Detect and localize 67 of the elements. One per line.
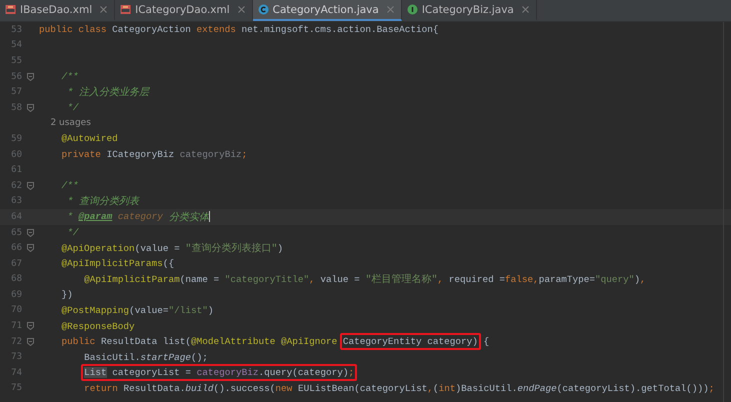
- code-line: /**: [62, 180, 78, 192]
- line-number: 75: [10, 383, 22, 394]
- close-icon[interactable]: [100, 6, 108, 13]
- code-text: CategoryEntity category): [342, 336, 478, 348]
- fold-icon[interactable]: [27, 72, 34, 81]
- file-tab[interactable]: IBaseDao.xml: [0, 0, 116, 21]
- code-line: private ICategoryBiz categoryBiz;: [62, 149, 248, 160]
- line-number: 57: [10, 87, 22, 98]
- line-number: 62: [10, 180, 22, 191]
- file-tab[interactable]: CategoryAction.java: [252, 0, 402, 21]
- fold-icon[interactable]: [27, 104, 34, 112]
- line-number: 53: [10, 24, 22, 35]
- close-icon[interactable]: [386, 6, 394, 13]
- code-line: @ResponseBody: [62, 320, 135, 332]
- line-number: 63: [10, 196, 22, 206]
- code-text: ResultData list(: [100, 336, 191, 348]
- close-icon[interactable]: [238, 6, 245, 13]
- code-line: @PostMapping(value="/list"): [62, 304, 214, 316]
- line-number: 56: [10, 72, 22, 82]
- line-number: 72: [10, 336, 22, 347]
- code-line: /**: [62, 71, 78, 82]
- close-icon[interactable]: [522, 6, 529, 13]
- code-line: @ApiImplicitParam(name = "categoryTitle", value = "栏目管理名称", required =false,paramType="query"),: [84, 272, 646, 286]
- xml-file-icon: [5, 4, 16, 15]
- line-number: 71: [10, 321, 22, 332]
- code-line: * @param category 分类实体: [67, 210, 209, 224]
- file-tab[interactable]: ICategoryDao.xml: [115, 0, 253, 21]
- line-number: 67: [10, 258, 22, 269]
- line-number: 69: [10, 290, 22, 300]
- code-line: */: [67, 227, 78, 238]
- line-number: 74: [10, 368, 22, 378]
- code-line: public class CategoryAction extends net.mingsoft.cms.action.BaseAction{: [39, 24, 438, 36]
- fold-icon[interactable]: [27, 338, 34, 346]
- code-line: @Autowired: [62, 133, 118, 144]
- line-number: 54: [10, 40, 22, 50]
- line-number: 59: [10, 134, 22, 144]
- code-line: return ResultData.build().success(new EUListBean(categoryList,(int)BasicUtil.endPage(categoryList).getTotal()));: [84, 382, 714, 394]
- fold-icon[interactable]: [27, 182, 34, 190]
- line-number: 61: [10, 165, 22, 176]
- code-line: */: [67, 102, 78, 114]
- code-line: @ApiOperation(value = "查询分类列表接口"): [62, 242, 283, 256]
- class-icon: [258, 4, 269, 15]
- interface-icon: [406, 4, 418, 15]
- code-text: public: [62, 336, 96, 348]
- line-number: 70: [10, 305, 22, 316]
- line-number: 55: [10, 56, 22, 66]
- code-line: @ApiImplicitParams({: [62, 258, 174, 270]
- fold-icon[interactable]: [27, 244, 34, 252]
- code-line: * 查询分类列表: [67, 194, 140, 208]
- fold-icon[interactable]: [27, 322, 34, 330]
- code-line: BasicUtil.startPage();: [84, 352, 208, 363]
- file-tab[interactable]: ICategoryBiz.java: [402, 0, 537, 21]
- usages-hint[interactable]: 2 usages: [39, 118, 91, 128]
- line-number: 66: [10, 243, 22, 254]
- line-number: 65: [10, 228, 22, 238]
- fold-icon[interactable]: [27, 228, 34, 237]
- xml-file-icon: [120, 4, 132, 15]
- code-text: {: [482, 336, 490, 348]
- line-number: 58: [10, 102, 22, 113]
- code-line: * 注入分类业务层: [67, 86, 150, 100]
- code-text: @ModelAttribute @ApiIgnore: [190, 336, 338, 348]
- code-text: List categoryList = categoryBiz.query(category);: [84, 367, 354, 378]
- line-number: 73: [10, 352, 22, 362]
- line-number: 60: [10, 150, 22, 160]
- text-caret: [208, 211, 210, 222]
- line-number: 68: [10, 274, 22, 284]
- code-line: }): [62, 289, 73, 300]
